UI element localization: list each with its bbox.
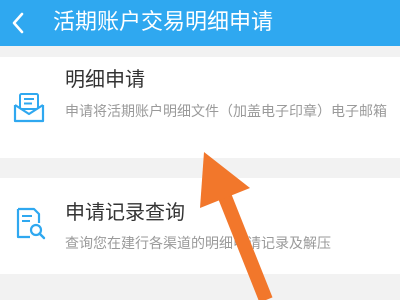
menu-item-record-query[interactable]: 申请记录查询 查询您在建行各渠道的明细申请记录及解压 [0,178,400,274]
chevron-left-icon [12,12,24,34]
menu-item-detail-application[interactable]: 明细申请 申请将活期账户明细文件（加盖电子印章）电子邮箱 [0,57,400,158]
menu-item-title: 申请记录查询 [65,200,185,224]
page-title: 活期账户交易明细申请 [53,10,274,35]
envelope-document-icon [13,93,45,123]
menu-item-title: 明细申请 [65,67,145,91]
menu-item-description: 查询您在建行各渠道的明细申请记录及解压 [65,236,331,252]
document-search-icon [16,207,46,240]
app-header: 活期账户交易明细申请 [0,0,400,46]
menu-item-description: 申请将活期账户明细文件（加盖电子印章）电子邮箱 [65,104,387,120]
back-button[interactable] [0,0,36,46]
